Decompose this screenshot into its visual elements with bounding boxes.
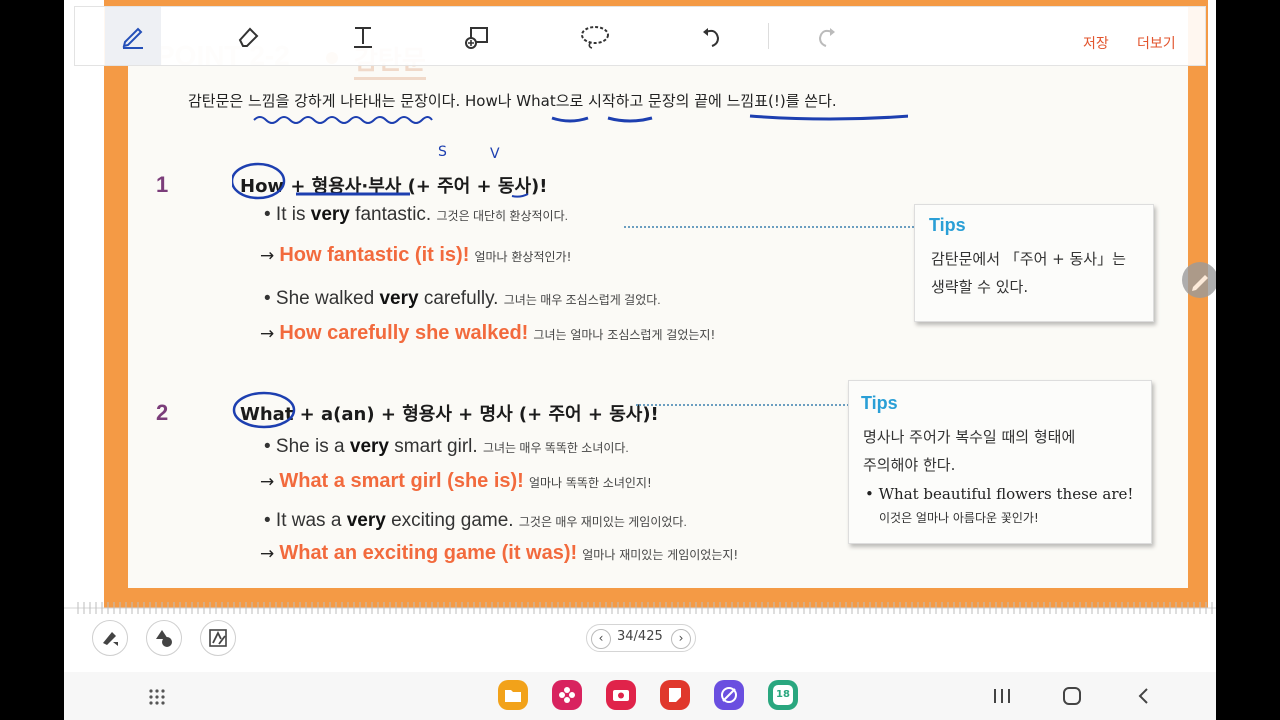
notes-icon [669,688,681,702]
grid-icon [149,689,165,705]
eraser-icon [238,27,259,47]
tips-1-line-1: 감탄문에서 「주어 + 동사」는 [931,250,1126,268]
tips-2-label: Tips [861,393,898,413]
prev-page-button[interactable]: ‹ [591,629,611,649]
pdf-viewer-screen: POINT 2-2 감탄문 감탄문은 느낌을 강하게 나타내는 문장이다. Ho… [64,0,1216,720]
browser-app[interactable] [714,680,744,710]
page-content: POINT 2-2 감탄문 감탄문은 느낌을 강하게 나타내는 문장이다. Ho… [128,6,1188,588]
section-1-example-1: • It is very fantastic. 그것은 대단히 환상적이다. [264,204,568,225]
app-drawer-button[interactable] [148,688,166,710]
next-page-button[interactable]: › [671,629,691,649]
eraser-tool-button[interactable] [219,7,275,65]
shapes-button[interactable] [146,620,182,656]
tips-2-connector [636,404,856,406]
tips-1-label: Tips [929,215,966,235]
text-tool-button[interactable] [335,7,391,65]
gallery-app[interactable] [552,680,582,710]
toolbar-divider [768,23,769,49]
save-button[interactable]: 저장 [1083,33,1109,53]
tips-1-line-2: 생략할 수 있다. [931,278,1029,296]
browser-icon [721,687,737,703]
page-counter: 34/425 [617,629,663,644]
redo-button[interactable] [799,7,855,65]
image-tool-button[interactable] [449,7,505,65]
section-1-answer-1: → How fantastic (it is)! 얼마나 환상적인가! [260,244,572,266]
tips-2-line-2: 주의해야 한다. [863,456,956,474]
section-2-number: 2 [156,400,169,425]
document-page[interactable]: POINT 2-2 감탄문 감탄문은 느낌을 강하게 나타내는 문장이다. Ho… [104,0,1208,608]
my-files-icon [505,690,521,702]
notes-app[interactable] [660,680,690,710]
pen-icon [122,27,143,49]
recent-apps-button[interactable] [992,686,1012,710]
text-style-button[interactable] [200,620,236,656]
highlighter-pen-icon [103,632,118,646]
tips-2-line-1: 명사나 주어가 복수일 때의 형태에 [863,428,1076,446]
page-navigator: ‹ 34/425 › [586,624,696,652]
home-icon [1063,687,1081,705]
back-icon [1138,688,1148,704]
section-2-answer-1: → What a smart girl (she is)! 얼마나 똑똑한 소녀… [260,470,652,492]
image-icon [465,27,488,49]
intro-handwritten-underlines [253,114,908,124]
section-2-handwritten-circle [232,391,296,429]
back-button[interactable] [1134,686,1154,710]
pencil-icon [1192,275,1208,291]
floating-pen-handle[interactable] [1182,262,1216,298]
more-button[interactable]: 더보기 [1137,33,1176,53]
calendar-app[interactable]: 18 [768,680,798,710]
section-1-number: 1 [156,172,169,197]
lasso-tool-button[interactable] [567,7,623,65]
camera-app[interactable] [606,680,636,710]
section-1-answer-2: → How carefully she walked! 그녀는 얼마나 조심스럽… [260,322,716,344]
shapes-icon [156,630,172,647]
highlighter-button[interactable] [92,620,128,656]
tips-box-1: Tips 감탄문에서 「주어 + 동사」는 생략할 수 있다. [914,204,1154,322]
tips-2-example-korean: 이것은 얼마나 아름다운 꽃인가! [879,511,1039,525]
recents-icon [994,689,1010,703]
home-button[interactable] [1062,686,1082,710]
tips-1-connector [624,226,918,228]
lasso-icon [581,26,609,49]
text-icon [354,27,372,48]
camera-icon [613,690,629,701]
gallery-icon [559,687,575,703]
undo-icon [703,28,720,47]
text-style-icon [209,629,227,647]
section-1-handwritten-marks [232,162,529,200]
annotation-toolbar: 저장 더보기 [74,6,1206,66]
section-2-answer-2: → What an exciting game (it was)! 얼마나 재미… [260,542,739,564]
page-edge-strip [64,602,1216,614]
redo-icon [818,28,835,47]
tips-2-example: • What beautiful flowers these are! [865,485,1134,503]
section-2-example-2: • It was a very exciting game. 그것은 매우 재미… [264,510,687,531]
system-navigation-bar [64,672,1216,720]
calendar-date: 18 [773,685,793,705]
my-files-app[interactable] [498,680,528,710]
pen-tool-button[interactable] [105,7,161,65]
undo-button[interactable] [683,7,739,65]
section-2-formula: What + a(an) + 형용사 + 명사 (+ 주어 + 동사)! [240,404,659,425]
section-1-example-2: • She walked very carefully. 그녀는 매우 조심스럽… [264,288,661,309]
section-2-example-1: • She is a very smart girl. 그녀는 매우 똑똑한 소… [264,436,629,457]
tips-box-2: Tips 명사나 주어가 복수일 때의 형태에 주의해야 한다. • What … [848,380,1152,544]
